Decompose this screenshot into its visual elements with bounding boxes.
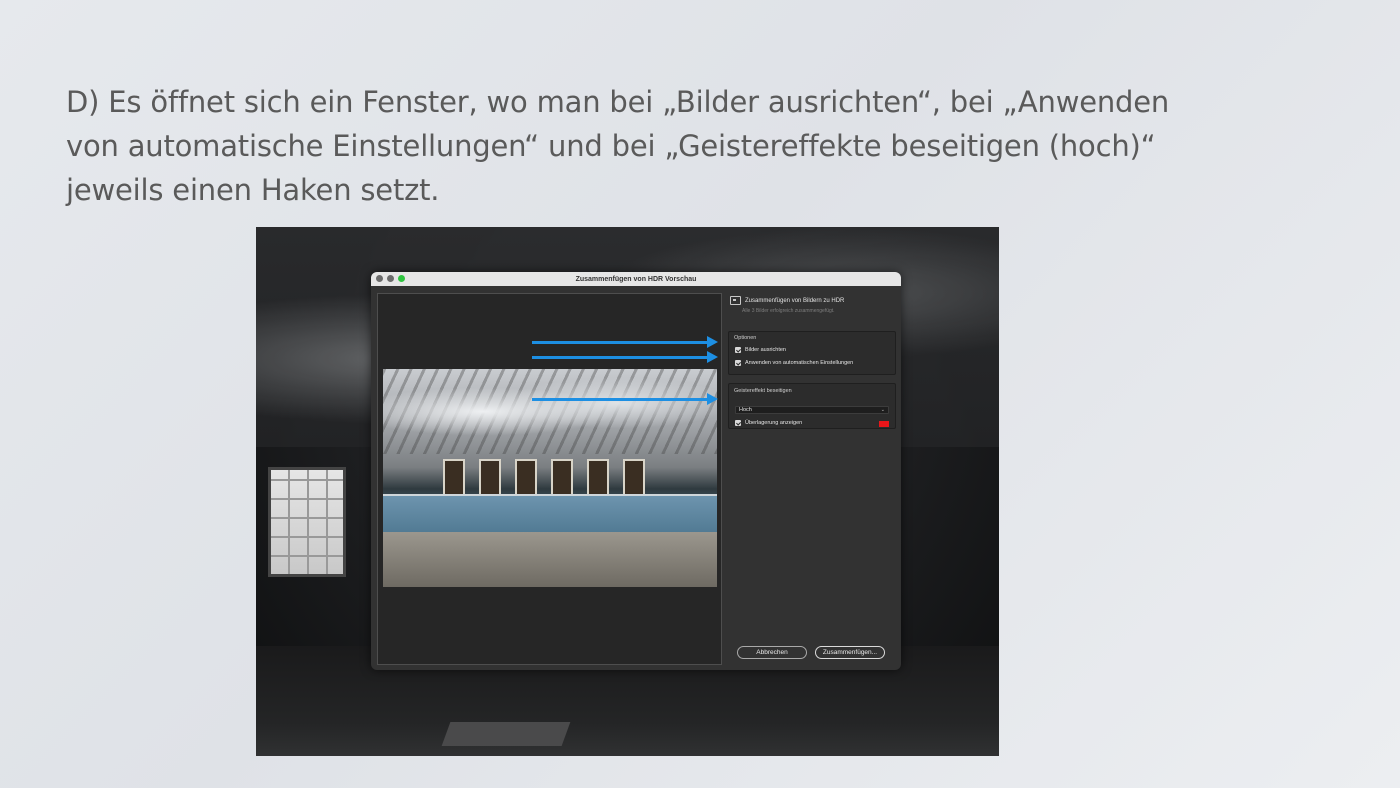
preview-pool <box>383 494 717 536</box>
ghost-removal-group: Geistereffekt beseitigen Hoch ⌄ Überlage… <box>728 383 896 429</box>
overlay-color-swatch[interactable] <box>879 421 889 427</box>
annotation-arrow-auto-settings <box>532 351 718 363</box>
align-images-label: Bilder ausrichten <box>745 347 786 353</box>
merge-heading: Zusammenfügen von Bildern zu HDR <box>730 296 844 305</box>
dialog-title: Zusammenfügen von HDR Vorschau <box>575 275 697 283</box>
preview-ceiling <box>383 369 717 454</box>
merge-button[interactable]: Zusammenfügen... <box>815 646 885 659</box>
hdr-preview-image <box>383 369 717 587</box>
align-images-option[interactable]: Bilder ausrichten <box>735 347 786 353</box>
options-group-label: Optionen <box>734 335 757 341</box>
slide-instruction-text: D) Es öffnet sich ein Fenster, wo man be… <box>66 80 1286 212</box>
instruction-line-1: D) Es öffnet sich ein Fenster, wo man be… <box>66 85 1170 119</box>
show-overlay-option[interactable]: Überlagerung anzeigen <box>735 420 802 426</box>
dialog-titlebar: Zusammenfügen von HDR Vorschau <box>371 272 901 286</box>
hdr-preview-panel <box>377 293 722 665</box>
annotation-arrow-ghost <box>532 393 718 405</box>
hdr-merge-dialog: Zusammenfügen von HDR Vorschau Zusammenf… <box>371 272 901 670</box>
annotation-arrow-align <box>532 336 718 348</box>
zoom-window-button[interactable] <box>398 275 405 282</box>
merge-options-panel: Zusammenfügen von Bildern zu HDR Alle 3 … <box>728 293 896 663</box>
instruction-line-3: jeweils einen Haken setzt. <box>66 173 440 207</box>
minimize-window-button[interactable] <box>387 275 394 282</box>
merge-heading-title: Zusammenfügen von Bildern zu HDR <box>745 297 845 304</box>
instruction-line-2: von automatische Einstellungen“ und bei … <box>66 129 1156 163</box>
close-window-button[interactable] <box>376 275 383 282</box>
show-overlay-label: Überlagerung anzeigen <box>745 420 803 426</box>
chevron-down-icon: ⌄ <box>880 407 885 413</box>
show-overlay-checkbox[interactable] <box>735 420 741 426</box>
options-group: Optionen Bilder ausrichten Anwenden von … <box>728 331 896 375</box>
auto-settings-option[interactable]: Anwenden von automatischen Einstellungen <box>735 360 853 366</box>
photo-debris <box>441 722 571 746</box>
cancel-button[interactable]: Abbrechen <box>737 646 807 659</box>
auto-settings-label: Anwenden von automatischen Einstellungen <box>745 360 854 366</box>
ghost-level-select[interactable]: Hoch ⌄ <box>735 406 889 414</box>
align-images-checkbox[interactable] <box>735 347 741 353</box>
ghost-removal-label: Geistereffekt beseitigen <box>734 388 792 394</box>
ghost-level-value: Hoch <box>739 407 752 413</box>
window-controls <box>376 275 405 282</box>
auto-settings-checkbox[interactable] <box>735 360 741 366</box>
hdr-merge-icon <box>730 296 741 305</box>
preview-floor <box>383 532 717 587</box>
photo-window <box>268 467 346 577</box>
merge-status-text: Alle 3 Bilder erfolgreich zusammengefügt… <box>742 308 835 314</box>
